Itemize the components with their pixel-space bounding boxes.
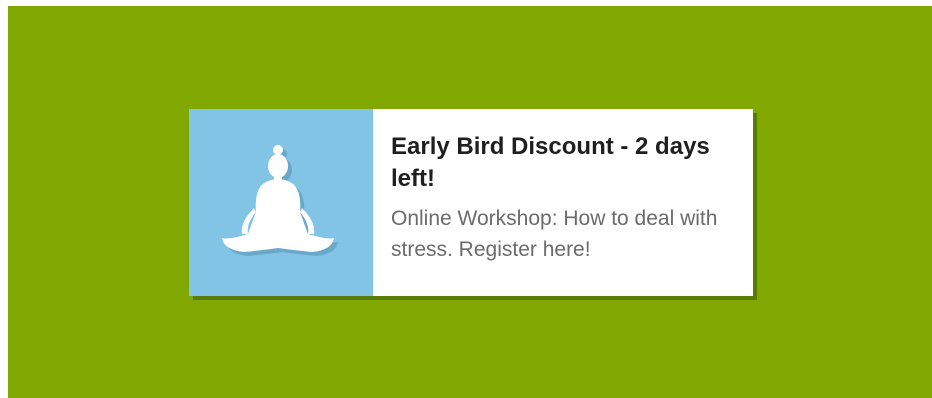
banner-subtitle: Online Workshop: How to deal with stress… [391,207,718,261]
banner-title: Early Bird Discount - 2 days left! [391,133,710,192]
meditation-icon [222,144,338,256]
banner-text: Early Bird Discount - 2 days left! Onlin… [373,109,753,296]
page-background: Early Bird Discount - 2 days left! Onlin… [8,6,932,398]
icon-panel [189,109,373,296]
early-bird-banner[interactable]: Early Bird Discount - 2 days left! Onlin… [189,109,753,296]
